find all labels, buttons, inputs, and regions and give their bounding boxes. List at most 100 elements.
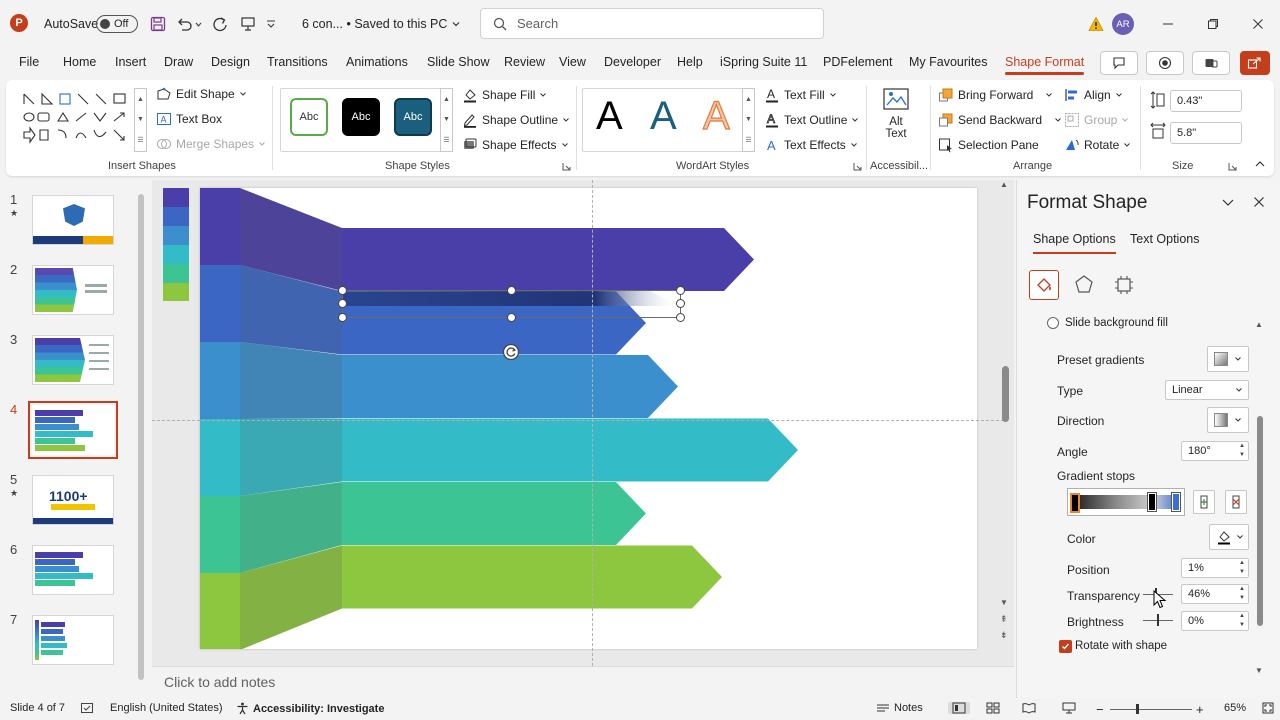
slide-thumbnail-3[interactable] — [32, 335, 114, 385]
text-effects-button[interactable]: A Text Effects — [764, 137, 858, 153]
tab-developer[interactable]: Developer — [604, 55, 661, 69]
arrow-bar[interactable] — [342, 482, 646, 545]
tab-draw[interactable]: Draw — [164, 55, 193, 69]
pane-close-icon[interactable] — [1253, 196, 1265, 211]
record-button[interactable] — [1146, 51, 1184, 75]
language-status[interactable]: English (United States) — [110, 702, 223, 714]
wordart-style-black[interactable]: A — [596, 94, 623, 139]
reading-view-icon[interactable] — [1022, 702, 1036, 714]
style-preset-outline[interactable]: Abc — [290, 98, 328, 136]
teams-share-button[interactable] — [1192, 51, 1230, 75]
undo-icon[interactable] — [176, 14, 202, 34]
autosave-toggle[interactable]: Off — [96, 14, 138, 34]
fit-to-window-icon[interactable] — [1262, 702, 1274, 714]
tab-slide-show[interactable]: Slide Show — [427, 55, 490, 69]
arrow-bar[interactable] — [342, 418, 798, 482]
scrollbar-thumb[interactable] — [1002, 366, 1009, 422]
accessibility-status[interactable]: Accessibility: Investigate — [236, 702, 384, 715]
transparency-input[interactable]: 46% ▲ ▼ — [1181, 584, 1249, 604]
vertical-guide[interactable] — [592, 180, 593, 666]
tab-transitions[interactable]: Transitions — [267, 55, 328, 69]
spinner-arrows-icon[interactable]: ▲ ▼ — [1239, 612, 1245, 630]
tab-help[interactable]: Help — [677, 55, 703, 69]
share-button[interactable] — [1240, 51, 1270, 75]
slide-thumbnail-5[interactable]: 1100+ — [32, 475, 114, 525]
bar-left-block[interactable] — [200, 419, 240, 496]
bar-left-block[interactable] — [200, 496, 240, 573]
avatar[interactable]: AR — [1112, 13, 1134, 35]
scrollbar-thumb[interactable] — [1257, 416, 1263, 626]
bar-left-block[interactable] — [200, 342, 240, 419]
tab-review[interactable]: Review — [504, 55, 545, 69]
comments-button[interactable] — [1100, 51, 1138, 75]
send-backward-button[interactable]: Send Backward — [938, 112, 1062, 128]
resize-handle[interactable] — [676, 299, 685, 308]
merge-shapes-button[interactable]: Merge Shapes — [156, 137, 266, 151]
arrow-bar[interactable] — [342, 545, 722, 609]
wordart-style-orange[interactable]: A — [702, 93, 730, 139]
bar-left-block[interactable] — [200, 265, 240, 342]
pane-scrollbar[interactable] — [1257, 332, 1263, 666]
shape-styles-scroll[interactable]: ▲ ▼ ☰ — [440, 88, 453, 152]
text-box-button[interactable]: A Text Box — [156, 112, 222, 126]
slide-thumbnail-2[interactable] — [32, 265, 114, 315]
shape-styles-dialog-launcher-icon[interactable] — [562, 160, 571, 174]
style-preset-blue[interactable]: Abc — [394, 98, 432, 136]
resize-handle[interactable] — [676, 313, 685, 322]
collapse-ribbon-icon[interactable] — [1254, 158, 1266, 172]
minimize-icon[interactable] — [1162, 14, 1174, 34]
tab-shape-options[interactable]: Shape Options — [1033, 232, 1116, 254]
preset-gradients-dropdown[interactable] — [1207, 346, 1249, 372]
tab-my-favourites[interactable]: My Favourites — [909, 55, 988, 69]
remove-gradient-stop-button[interactable] — [1225, 490, 1247, 514]
tab-file[interactable]: File — [19, 55, 39, 69]
direction-dropdown[interactable] — [1207, 407, 1249, 433]
resize-handle[interactable] — [338, 299, 347, 308]
shape-effects-button[interactable]: Shape Effects — [462, 137, 569, 153]
resize-handle[interactable] — [507, 313, 516, 322]
angle-input[interactable]: 180° ▲ ▼ — [1181, 441, 1249, 461]
zoom-in-icon[interactable]: + — [1196, 702, 1204, 717]
tab-text-options[interactable]: Text Options — [1130, 232, 1199, 246]
edit-shape-button[interactable]: Edit Shape — [156, 87, 247, 101]
text-fill-button[interactable]: A Text Fill — [764, 87, 837, 103]
slide-thumbnail-1[interactable] — [32, 195, 114, 245]
zoom-out-icon[interactable]: − — [1096, 702, 1104, 717]
scroll-down-icon[interactable]: ▼ — [1000, 598, 1008, 607]
shape-outline-button[interactable]: Shape Outline — [462, 112, 570, 128]
customize-qat-icon[interactable] — [266, 14, 276, 34]
slider-thumb[interactable] — [1157, 614, 1159, 626]
tab-animations[interactable]: Animations — [346, 55, 408, 69]
bar-left-block[interactable] — [200, 188, 240, 265]
shape-height-input[interactable]: 0.43" — [1170, 90, 1242, 112]
resize-handle[interactable] — [338, 286, 347, 295]
selection-pane-button[interactable]: Selection Pane — [938, 137, 1039, 153]
spinner-arrows-icon[interactable]: ▲ ▼ — [1239, 442, 1245, 460]
pane-scroll-down-icon[interactable]: ▼ — [1255, 666, 1263, 675]
effects-category-icon[interactable] — [1073, 274, 1095, 296]
resize-handle[interactable] — [676, 286, 685, 295]
shape-fill-button[interactable]: Shape Fill — [462, 87, 547, 103]
color-picker-button[interactable] — [1209, 524, 1249, 550]
tab-home[interactable]: Home — [63, 55, 96, 69]
slideshow-view-icon[interactable] — [1062, 702, 1076, 714]
spelling-check-icon[interactable] — [80, 702, 94, 714]
gradient-stop[interactable] — [1171, 492, 1181, 512]
text-outline-button[interactable]: A Text Outline — [764, 112, 859, 128]
arrow-bar[interactable] — [342, 355, 678, 418]
tab-insert[interactable]: Insert — [115, 55, 146, 69]
wordart-style-blue[interactable]: A — [650, 94, 677, 139]
canvas-scrollbar[interactable]: ▲ ▼ ⇞ ⇟ — [1000, 180, 1012, 646]
brightness-input[interactable]: 0% ▲ ▼ — [1181, 611, 1249, 631]
tab-shape-format[interactable]: Shape Format — [1005, 55, 1085, 75]
notes-button[interactable]: Notes — [876, 702, 923, 714]
search-input[interactable]: Search — [480, 8, 824, 39]
warning-icon[interactable] — [1088, 14, 1104, 34]
notes-area[interactable]: Click to add notes — [152, 666, 1014, 698]
slide-background-fill-radio[interactable] — [1047, 317, 1059, 329]
redo-icon[interactable] — [212, 14, 228, 34]
document-title[interactable]: 6 con... • Saved to this PC — [302, 14, 461, 34]
resize-handle[interactable] — [338, 313, 347, 322]
save-icon[interactable] — [150, 14, 166, 34]
zoom-level[interactable]: 65% — [1224, 702, 1246, 714]
